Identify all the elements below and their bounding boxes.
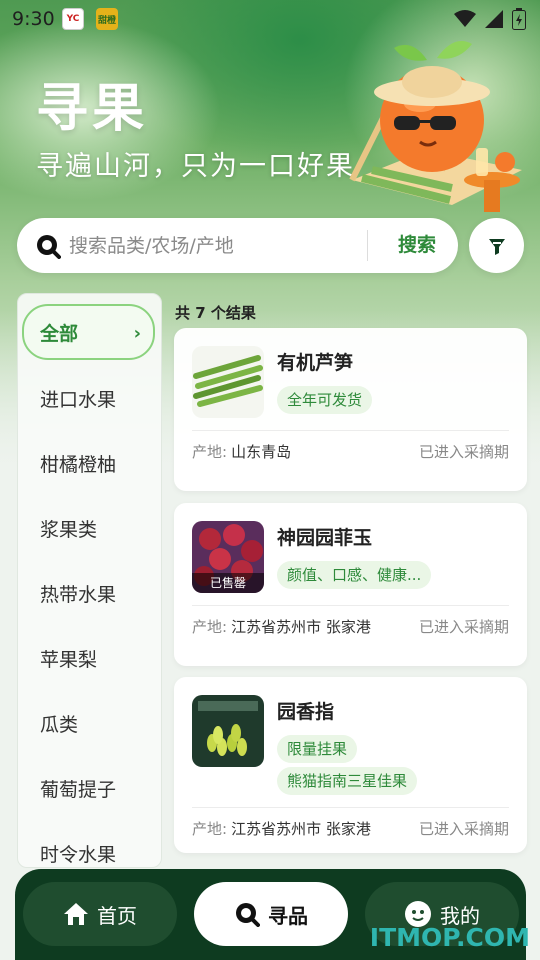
watermark: ITMOP.COM (369, 923, 530, 952)
battery-icon (512, 8, 526, 30)
nav-home-label: 首页 (97, 903, 137, 928)
result-count: 共 7 个结果 (175, 304, 256, 322)
harvest-status: 已进入采摘期 (418, 820, 509, 838)
category-sidebar: 全部 › 进口水果 柑橘橙柚 浆果类 热带水果 苹果梨 瓜类 葡萄提子 时令水果 (17, 293, 162, 868)
nav-find-label: 寻品 (268, 903, 308, 928)
category-item[interactable]: 瓜类 (18, 697, 161, 753)
category-item[interactable]: 热带水果 (18, 567, 161, 623)
signal-icon (485, 10, 503, 28)
nav-home-tab[interactable]: 首页 (23, 882, 177, 946)
product-image: 已售罄 (192, 521, 264, 593)
category-item[interactable]: 柑橘橙柚 (18, 437, 161, 493)
card-divider (192, 430, 509, 431)
search-bar: 搜索 (17, 218, 458, 273)
product-name: 园香指 (277, 701, 335, 723)
category-item[interactable]: 进口水果 (18, 372, 161, 428)
nav-find-tab[interactable]: 寻品 (194, 882, 348, 946)
status-time: 9:30 (12, 8, 55, 30)
product-image (192, 346, 264, 418)
search-divider (367, 230, 368, 261)
sold-out-badge: 已售罄 (192, 573, 264, 593)
origin-label: 产地: (192, 618, 228, 636)
search-icon (37, 235, 61, 259)
home-icon (64, 903, 88, 925)
harvest-status: 已进入采摘期 (418, 618, 509, 636)
card-divider (192, 807, 509, 808)
filter-button[interactable] (469, 218, 524, 273)
chevron-right-icon: › (133, 323, 141, 344)
search-icon (236, 903, 260, 927)
product-card[interactable]: 园香指 限量挂果 熊猫指南三星佳果 产地: 江苏省苏州市 张家港 已进入采摘期 (174, 677, 527, 853)
orange-mascot-illustration (349, 41, 522, 212)
product-origin: 产地: 江苏省苏州市 张家港 (192, 616, 371, 637)
category-item-all[interactable]: 全部 › (22, 304, 155, 360)
category-item[interactable]: 浆果类 (18, 502, 161, 558)
category-label: 全部 (40, 323, 79, 345)
category-item[interactable]: 时令水果 (18, 827, 161, 867)
origin-value: 江苏省苏州市 张家港 (231, 820, 371, 838)
origin-label: 产地: (192, 443, 228, 461)
category-item[interactable]: 苹果梨 (18, 632, 161, 688)
product-name: 神园园菲玉 (277, 527, 373, 549)
search-input[interactable] (69, 218, 359, 273)
product-origin: 产地: 山东青岛 (192, 441, 291, 462)
wifi-icon (454, 10, 476, 27)
product-tag: 熊猫指南三星佳果 (277, 767, 418, 795)
product-name: 有机芦笋 (277, 352, 354, 374)
product-image (192, 695, 264, 767)
page-title: 寻果 (36, 78, 149, 139)
page-subtitle: 寻遍山河，只为一口好果 (36, 151, 355, 182)
notification-app-icon: YC (62, 8, 84, 30)
notification-app-icon: 甜橙 (96, 8, 118, 30)
product-origin: 产地: 江苏省苏州市 张家港 (192, 818, 371, 839)
product-tag: 限量挂果 (277, 735, 358, 763)
product-tag: 颜值、口感、健康... (277, 561, 432, 589)
filter-icon (488, 238, 505, 255)
origin-value: 江苏省苏州市 张家港 (231, 618, 371, 636)
origin-label: 产地: (192, 820, 228, 838)
product-card[interactable]: 已售罄 神园园菲玉 颜值、口感、健康... 产地: 江苏省苏州市 张家港 已进入采… (174, 503, 527, 666)
product-tag: 全年可发货 (277, 386, 373, 414)
harvest-status: 已进入采摘期 (418, 443, 509, 461)
search-button[interactable]: 搜索 (377, 218, 457, 273)
card-divider (192, 605, 509, 606)
product-card[interactable]: 有机芦笋 全年可发货 产地: 山东青岛 已进入采摘期 (174, 328, 527, 491)
category-item[interactable]: 葡萄提子 (18, 762, 161, 818)
origin-value: 山东青岛 (231, 443, 292, 461)
